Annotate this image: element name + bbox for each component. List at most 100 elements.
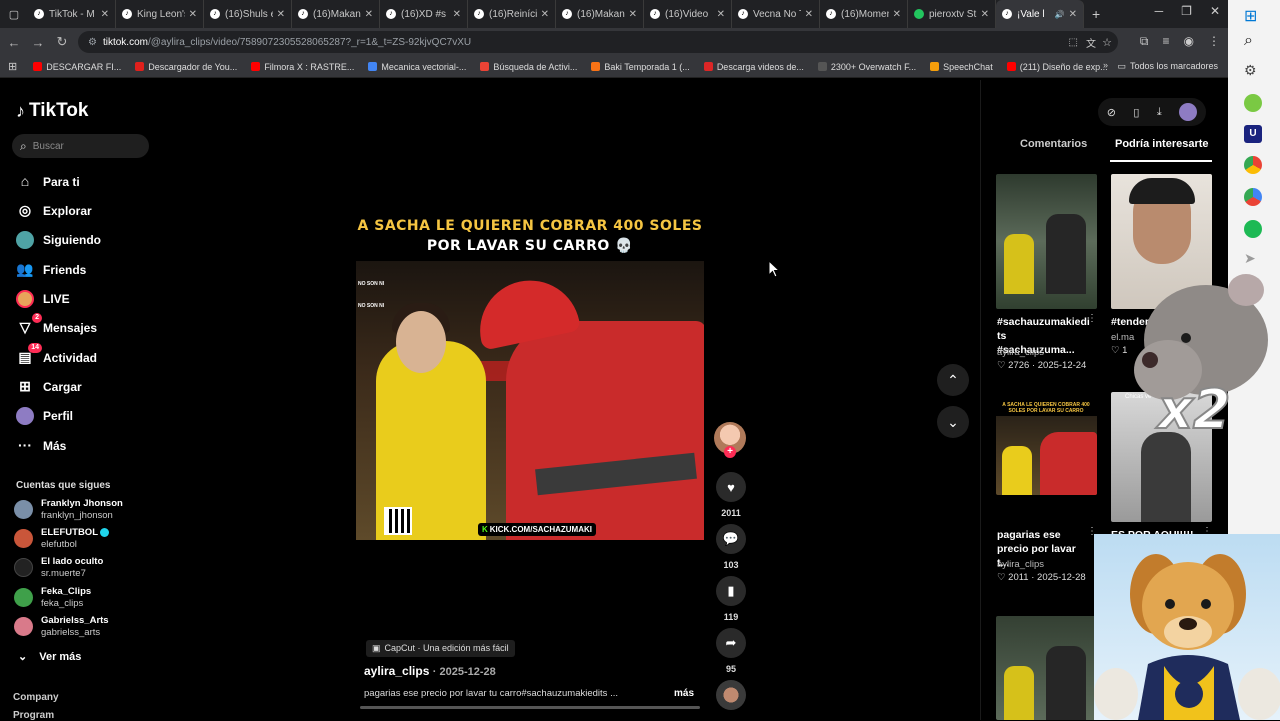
bookmark-item[interactable]: Filmora X : RASTRE... <box>251 62 354 72</box>
browser-tab[interactable]: ♪ TikTok - M ✕ <box>28 0 116 28</box>
bookmark-item[interactable]: (211) Diseño de exp... <box>1006 62 1108 72</box>
coin-icon[interactable]: ⊘ <box>1107 106 1116 119</box>
apps-grid-icon[interactable]: ⊞ <box>8 60 17 73</box>
browser-tab[interactable]: ♪ Vecna No T ✕ <box>732 0 820 28</box>
comment-button[interactable]: 💬 103 <box>714 524 748 570</box>
description-more-link[interactable]: más <box>674 688 694 699</box>
see-more-link[interactable]: ⌄ Ver más <box>18 650 81 663</box>
browser-tab[interactable]: ♪ (16)Shuls e ✕ <box>204 0 292 28</box>
search-icon[interactable]: ⌕ <box>1244 32 1262 50</box>
close-tab-icon[interactable]: ✕ <box>717 9 725 20</box>
tab-comments[interactable]: Comentarios <box>1020 138 1087 150</box>
following-account[interactable]: Feka_Clips feka_clips <box>14 586 91 610</box>
more-options-icon[interactable]: ⋮ <box>1087 313 1097 324</box>
close-tab-icon[interactable]: ✕ <box>629 9 637 20</box>
save-button[interactable]: ▮ 119 <box>714 576 748 622</box>
new-tab-button[interactable]: + <box>1092 6 1100 22</box>
bookmark-item[interactable]: DESCARGAR FI... <box>33 62 121 72</box>
reload-icon[interactable]: ↻ <box>50 34 74 50</box>
capcut-badge[interactable]: ▣ CapCut · Una edición más fácil <box>366 640 515 657</box>
recommendation-author[interactable]: aylira_clips <box>997 347 1044 358</box>
browser-tab[interactable]: ♪ (16)Reiníci ✕ <box>468 0 556 28</box>
all-bookmarks-link[interactable]: ▭ Todos los marcadores <box>1117 61 1218 72</box>
nav-mas[interactable]: ··· Más <box>16 437 66 455</box>
bookmark-item[interactable]: 2300+ Overwatch F... <box>817 62 916 72</box>
nav-perfil[interactable]: Perfil <box>16 407 73 425</box>
following-account[interactable]: El lado oculto sr.muerte7 <box>14 556 103 580</box>
footer-company-link[interactable]: Company <box>13 692 59 703</box>
spotify-icon[interactable] <box>1244 220 1262 238</box>
close-tab-icon[interactable]: ✕ <box>101 9 109 20</box>
close-tab-icon[interactable]: ✕ <box>453 9 461 20</box>
recommendation-thumbnail[interactable] <box>996 616 1097 720</box>
bookmarks-overflow-icon[interactable]: » <box>1103 60 1108 70</box>
user-avatar[interactable] <box>1179 103 1198 121</box>
browser-tab[interactable]: ♪ (16)Video ✕ <box>644 0 732 28</box>
share-button[interactable]: ➦ 95 <box>714 628 748 674</box>
close-tab-icon[interactable]: ✕ <box>541 9 549 20</box>
nav-friends[interactable]: 👥 Friends <box>16 261 86 279</box>
app-green-icon[interactable] <box>1244 94 1262 112</box>
nav-mensajes[interactable]: ▽ 2 Mensajes <box>16 313 97 337</box>
video-player[interactable]: NO SON NI NO SON NI K KICK.COM/SACHAZUMAK… <box>356 261 704 540</box>
music-disc[interactable] <box>716 680 746 710</box>
close-tab-icon[interactable]: ✕ <box>893 9 901 20</box>
browser-tab[interactable]: ♪ (16)Momen ✕ <box>820 0 908 28</box>
close-window-icon[interactable]: ✕ <box>1210 4 1220 18</box>
chrome-icon[interactable] <box>1244 156 1262 174</box>
browser-tab[interactable]: ♪ ¡Vale l 🔊 ✕ <box>996 0 1084 28</box>
footer-program-link[interactable]: Program <box>13 710 54 721</box>
close-tab-icon[interactable]: ✕ <box>805 9 813 20</box>
close-tab-icon[interactable]: ✕ <box>189 9 197 20</box>
site-info-icon[interactable]: ⚙ <box>88 37 97 48</box>
bookmark-item[interactable]: Descarga videos de... <box>703 62 804 72</box>
profile-icon[interactable]: ◉ <box>1184 34 1194 49</box>
install-icon[interactable]: ⬚ <box>1069 37 1078 48</box>
bookmark-item[interactable]: Descargador de You... <box>135 62 237 72</box>
back-icon[interactable]: ← <box>2 35 26 50</box>
recommendation-thumbnail[interactable] <box>996 174 1097 309</box>
nav-live[interactable]: LIVE <box>16 290 70 308</box>
device-icon[interactable]: ▯ <box>1133 106 1139 119</box>
nav-actividad[interactable]: ▤ 14 Actividad <box>16 343 97 367</box>
close-tab-icon[interactable]: ✕ <box>1069 9 1077 20</box>
bookmark-item[interactable]: Baki Temporada 1 (... <box>591 62 690 72</box>
close-tab-icon[interactable]: ✕ <box>365 9 373 20</box>
following-account[interactable]: ELEFUTBOL elefutbol <box>14 527 109 551</box>
next-video-button[interactable]: ⌄ <box>937 406 969 438</box>
bookmark-item[interactable]: SpeechChat <box>930 62 993 72</box>
download-icon[interactable]: ⤓ <box>1157 106 1162 119</box>
following-account[interactable]: Franklyn Jhonson franklyn_jhonson <box>14 498 123 522</box>
menu-icon[interactable]: ⋮ <box>1208 34 1220 49</box>
media-controls-icon[interactable]: ≡ <box>1163 34 1170 49</box>
nav-para-ti[interactable]: ⌂ Para ti <box>16 173 80 191</box>
nav-explorar[interactable]: ◎ Explorar <box>16 202 92 220</box>
restore-icon[interactable]: ❐ <box>1181 4 1192 18</box>
search-input[interactable]: ⌕ Buscar <box>12 134 149 158</box>
bookmark-item[interactable]: Mecanica vectorial-... <box>368 62 466 72</box>
tab-list-icon[interactable]: ▢ <box>0 8 28 21</box>
bookmark-star-icon[interactable]: ☆ <box>1102 36 1112 49</box>
follow-plus-icon[interactable]: + <box>724 446 736 458</box>
tiktok-logo[interactable]: ♪ TikTok <box>16 100 88 122</box>
like-button[interactable]: ♥ 2011 <box>714 472 748 518</box>
browser-tab[interactable]: ♪ (16)Makan ✕ <box>556 0 644 28</box>
video-progress-bar[interactable] <box>360 706 700 709</box>
nav-siguiendo[interactable]: Siguiendo <box>16 231 101 249</box>
extensions-icon[interactable]: ⧉ <box>1140 34 1149 49</box>
previous-video-button[interactable]: ⌃ <box>937 364 969 396</box>
address-bar[interactable]: ⚙ tiktok.com/@aylira_clips/video/7589072… <box>78 31 1118 53</box>
browser-tab[interactable]: ♪ (16)Makan ✕ <box>292 0 380 28</box>
tab-audio-icon[interactable]: 🔊 <box>1055 10 1065 19</box>
close-tab-icon[interactable]: ✕ <box>981 9 989 20</box>
video-author[interactable]: aylira_clips · 2025-12-28 <box>364 664 496 678</box>
minimize-icon[interactable]: ─ <box>1155 4 1164 18</box>
browser-tab[interactable]: ♪ (16)XD #s ✕ <box>380 0 468 28</box>
forward-icon[interactable]: → <box>26 35 50 50</box>
browser-tab[interactable]: ♪ King Leon's ✕ <box>116 0 204 28</box>
send-icon[interactable]: ➤ <box>1244 250 1262 268</box>
windows-logo-icon[interactable]: ⊞ <box>1244 6 1262 25</box>
nav-cargar[interactable]: ⊞ Cargar <box>16 378 82 396</box>
chrome-alt-icon[interactable] <box>1244 188 1262 206</box>
following-account[interactable]: Gabrielss_Arts gabrielss_arts <box>14 615 109 639</box>
